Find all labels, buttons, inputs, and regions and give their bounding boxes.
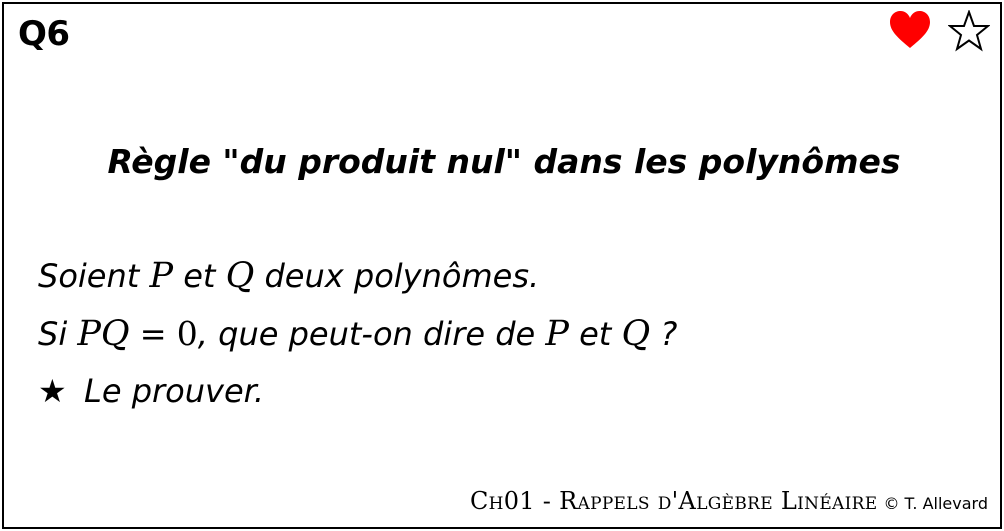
text-segment: = <box>129 315 177 353</box>
text-segment: et <box>568 315 622 353</box>
flashcard: Q6 Règle "du produit nul" dans les polyn… <box>2 2 1002 529</box>
text-segment: deux polynômes. <box>254 257 540 295</box>
math-symbol: P <box>149 256 174 296</box>
copyright-label: © T. Allevard <box>883 494 988 513</box>
question-line-3: ★ Le prouver. <box>38 363 677 420</box>
text-segment: ? <box>650 315 678 353</box>
question-body: Soient P et Q deux polynômes. Si PQ = 0,… <box>38 248 677 420</box>
math-symbol: P <box>545 314 569 354</box>
question-line-1: Soient P et Q deux polynômes. <box>38 248 677 305</box>
text-segment: Le prouver. <box>84 372 265 410</box>
math-symbol: Q <box>621 314 651 354</box>
star-outline-icon[interactable] <box>948 10 990 52</box>
text-segment: Si <box>38 315 78 353</box>
text-segment: Soient <box>38 257 150 295</box>
card-title: Règle "du produit nul" dans les polynôme… <box>107 142 901 181</box>
heart-icon[interactable] <box>888 10 932 50</box>
heart-shape <box>890 11 930 48</box>
text-segment: et <box>173 257 226 295</box>
card-footer: Ch01 - Rappels d'Algèbre Linéaire © T. Al… <box>470 486 988 519</box>
chapter-label: Ch01 - Rappels d'Algèbre Linéaire <box>469 487 878 515</box>
math-symbol: 0 <box>176 314 198 353</box>
question-line-2: Si PQ = 0, que peut-on dire de P et Q ? <box>38 305 677 363</box>
black-star-icon: ★ <box>38 372 67 410</box>
question-number: Q6 <box>18 14 70 54</box>
math-symbol: PQ <box>77 314 130 354</box>
math-symbol: Q <box>225 256 255 296</box>
text-segment: , que peut-on dire de <box>197 315 546 353</box>
star-outline-shape <box>948 10 990 52</box>
